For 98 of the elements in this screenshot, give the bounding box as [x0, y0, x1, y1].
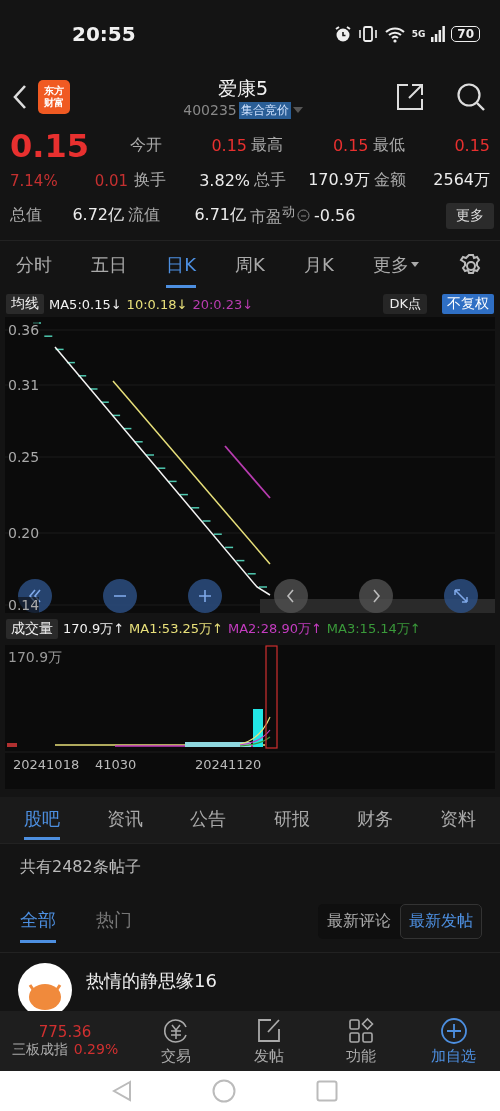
period-tab[interactable]: 月K — [304, 244, 334, 288]
candle — [167, 480, 178, 483]
price-axis-label: 0.36 — [8, 322, 40, 338]
price-axis-label: 0.20 — [8, 525, 40, 541]
volume-average-value: MA2:28.90万↑ — [228, 620, 322, 638]
plus-icon — [198, 588, 213, 604]
battery-level: 70 — [451, 26, 480, 42]
status-time: 20:55 — [72, 22, 136, 46]
period-tab[interactable]: 五日 — [91, 244, 128, 288]
change-percent: 7.14% — [10, 171, 58, 190]
search-icon[interactable] — [456, 82, 486, 112]
minus-icon — [113, 595, 128, 597]
moving-average-value: 20:0.23↓ — [192, 296, 254, 312]
minus-circle-icon — [297, 209, 310, 222]
sort-option[interactable]: 最新评论 — [318, 903, 400, 939]
period-tab[interactable]: 周K — [235, 244, 265, 288]
dropdown-icon[interactable] — [292, 107, 303, 113]
stock-code: 400235 — [183, 102, 237, 118]
stat-label: 市盈$^{动}$ — [250, 202, 295, 229]
vibrate-icon — [357, 25, 378, 43]
date-label: 20241120 — [195, 757, 262, 772]
candle — [122, 427, 133, 430]
index-value: 775.36 — [38, 1023, 92, 1041]
signal-icon — [431, 26, 446, 42]
section-tab[interactable]: 股吧 — [23, 800, 60, 840]
stat-value: -0.56 — [314, 206, 357, 225]
app-logo: 东方 财富 — [38, 80, 70, 114]
section-tab[interactable]: 资料 — [440, 800, 477, 840]
auction-tag: 集合竞价 — [238, 101, 291, 119]
more-button[interactable]: 更多 — [446, 202, 494, 229]
sort-option[interactable]: 最新发帖 — [400, 903, 482, 939]
post-author[interactable]: 热情的静思缘16 — [86, 963, 217, 993]
candle — [111, 414, 121, 417]
index-change: 0.29% — [73, 1041, 119, 1059]
index-name: 三板成指 — [11, 1041, 68, 1059]
bottom-nav-item[interactable]: 功能 — [315, 1016, 408, 1066]
volume-average-value: 170.9万↑ — [63, 620, 125, 638]
bottom-nav-item[interactable]: 交易 — [130, 1016, 223, 1066]
change-amount: 0.01 — [94, 171, 129, 190]
network-label: 5G — [411, 29, 426, 39]
section-tab[interactable]: 研报 — [273, 800, 310, 840]
section-tab[interactable]: 公告 — [190, 800, 227, 840]
dk-point-button[interactable]: DK点 — [383, 294, 427, 314]
period-tab[interactable]: 分时 — [16, 244, 52, 288]
stat-value: 0.15 — [211, 136, 248, 155]
indicator-dropdown[interactable]: 均线 — [6, 294, 44, 314]
stat-value: 0.15 — [332, 136, 370, 155]
date-label: 20241018 — [13, 757, 80, 772]
post-count: 共有2482条帖子 — [20, 856, 141, 878]
candle — [235, 559, 246, 562]
moving-average-value: 10:0.18↓ — [126, 296, 188, 312]
caret-icon — [410, 261, 419, 268]
price-axis-label: 0.25 — [8, 449, 40, 465]
date-label: 41030 — [95, 757, 137, 772]
price-adjust-button[interactable]: 不复权 — [442, 294, 494, 314]
back-icon[interactable] — [12, 84, 28, 110]
stat-label: 最低 — [372, 135, 405, 156]
stat-value: 6.72亿 — [72, 205, 125, 226]
expand-icon — [453, 588, 468, 604]
volume-bar — [185, 742, 251, 747]
period-tab[interactable]: 日K — [166, 244, 196, 288]
filter-tab[interactable]: 全部 — [20, 899, 56, 943]
volume-bar — [253, 709, 263, 747]
stat-label: 流值 — [128, 205, 160, 226]
stat-label: 总手 — [254, 170, 286, 191]
stat-label: 总值 — [10, 205, 42, 226]
volume-average-value: MA3:15.14万↑ — [326, 620, 421, 638]
price-axis-label: 0.31 — [8, 377, 40, 393]
section-tab[interactable]: 资讯 — [107, 800, 143, 840]
stat-value: 6.71亿 — [194, 205, 247, 226]
candle — [179, 493, 189, 496]
period-tab[interactable]: 更多 — [372, 244, 419, 288]
volume-average-value: MA1:53.25万↑ — [129, 620, 223, 638]
stat-label: 金额 — [374, 170, 406, 191]
moving-average-value: MA5:0.15↓ — [49, 296, 122, 312]
stat-value: 2564万 — [433, 170, 491, 191]
stat-value: 3.82% — [199, 171, 251, 190]
stock-name: 爱康5 — [217, 75, 269, 101]
volume-bar — [7, 743, 17, 747]
candle — [66, 361, 76, 364]
bottom-nav-item[interactable]: 加自选 — [407, 1016, 500, 1066]
plus-circle-icon — [439, 1016, 468, 1045]
grid-icon — [347, 1016, 376, 1045]
stat-label: 今开 — [129, 135, 162, 156]
stat-label: 最高 — [251, 135, 283, 156]
volume-axis-label: 170.9万 — [8, 649, 63, 667]
section-tab[interactable]: 财务 — [356, 800, 393, 840]
candle — [224, 546, 234, 549]
filter-tab[interactable]: 热门 — [96, 899, 132, 943]
wifi-icon — [383, 25, 406, 43]
stat-value: 170.9万 — [308, 170, 371, 191]
volume-dropdown[interactable]: 成交量 — [6, 619, 58, 639]
share-icon[interactable] — [396, 83, 424, 111]
last-price: 0.15 — [10, 129, 89, 162]
alarm-icon — [333, 25, 352, 43]
stat-value: 0.15 — [454, 136, 491, 155]
stat-label: 换手 — [134, 170, 167, 191]
bottom-nav-item[interactable]: 发帖 — [222, 1016, 315, 1066]
